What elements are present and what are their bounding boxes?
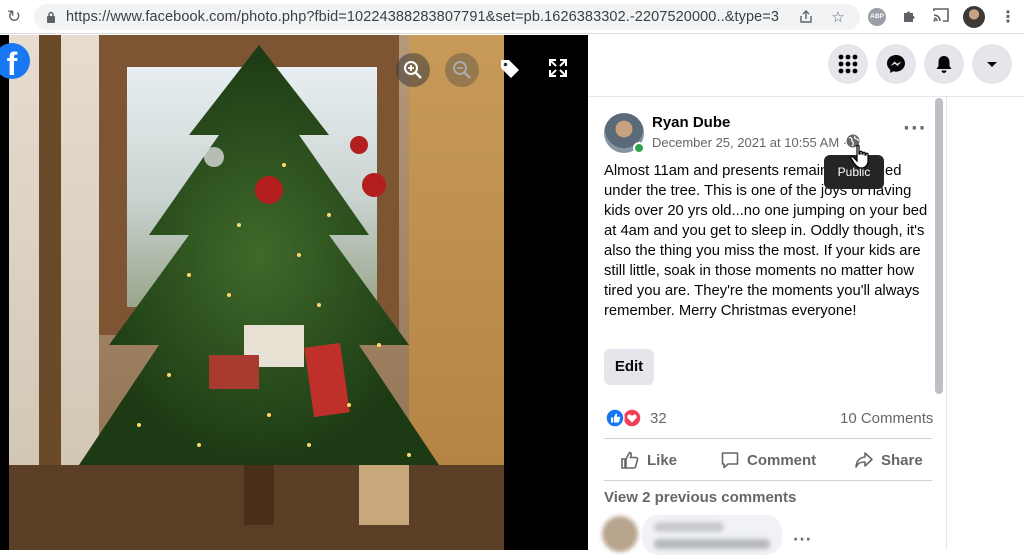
like-label: Like	[647, 452, 678, 469]
divider-bottom	[604, 480, 932, 481]
fullscreen-button[interactable]	[547, 57, 573, 83]
mouse-cursor-hand-icon	[850, 144, 869, 169]
comment-icon	[721, 452, 739, 469]
post-text: Almost 11am and presents remain untouche…	[604, 163, 928, 319]
commenter-avatar[interactable]	[602, 516, 638, 552]
reload-icon[interactable]: ↻	[4, 7, 24, 27]
author-name[interactable]: Ryan Dube	[652, 114, 730, 131]
like-icon	[621, 451, 639, 469]
zoom-in-icon	[404, 61, 422, 79]
address-bar[interactable]: https://www.facebook.com/photo.php?fbid=…	[34, 4, 860, 30]
zoom-out-icon	[453, 61, 471, 79]
messenger-button[interactable]	[876, 44, 916, 84]
zoom-in-button[interactable]	[396, 53, 430, 87]
divider-top	[604, 438, 932, 439]
share-button[interactable]: Share	[854, 446, 924, 474]
comment-label: Comment	[747, 452, 817, 469]
comment-button[interactable]: Comment	[720, 446, 820, 474]
christmas-tree-photo[interactable]	[9, 35, 504, 550]
right-gutter	[946, 97, 1024, 550]
lock-icon[interactable]	[46, 11, 56, 23]
bookmark-star-icon[interactable]: ☆	[828, 7, 848, 27]
url-text[interactable]: https://www.facebook.com/photo.php?fbid=…	[66, 9, 779, 25]
messenger-icon	[887, 55, 905, 73]
comment-options-icon[interactable]: ···	[793, 532, 812, 548]
comments-count[interactable]: 10 Comments	[840, 410, 933, 427]
browser-profile-avatar[interactable]	[963, 6, 985, 28]
bell-icon	[936, 56, 952, 73]
share-label: Share	[881, 452, 923, 469]
adblock-icon[interactable]: ABP	[868, 8, 886, 26]
fullscreen-icon	[549, 59, 567, 77]
share-page-icon[interactable]	[796, 7, 816, 27]
facebook-header-icons	[588, 35, 1024, 97]
online-status-dot	[633, 142, 645, 154]
menu-grid-button[interactable]	[828, 44, 868, 84]
post-date[interactable]: December 25, 2021 at 10:55 AM ·	[652, 135, 847, 150]
post-scrollbar[interactable]	[935, 98, 943, 394]
cast-icon[interactable]	[931, 7, 951, 27]
grid-menu-icon	[838, 54, 858, 74]
like-button[interactable]: Like	[620, 446, 680, 474]
reaction-count[interactable]: 32	[650, 410, 667, 427]
blurred-commenter-name	[654, 522, 724, 532]
browser-toolbar: ↻ https://www.facebook.com/photo.php?fbi…	[0, 0, 1024, 34]
extensions-puzzle-icon[interactable]	[900, 7, 920, 27]
share-arrow-icon	[855, 452, 873, 468]
notifications-button[interactable]	[924, 44, 964, 84]
tag-icon	[501, 60, 519, 78]
browser-menu-icon[interactable]: ⋮	[998, 7, 1018, 27]
comment-bubble	[642, 515, 782, 555]
christmas-tree-graphic	[79, 45, 439, 525]
edit-post-button[interactable]: Edit	[604, 349, 654, 385]
blurred-comment-text	[654, 539, 770, 549]
post-options-icon[interactable]: ···	[903, 120, 927, 138]
reaction-icons[interactable]	[604, 408, 644, 428]
tag-button[interactable]	[498, 57, 524, 83]
account-menu-button[interactable]	[972, 44, 1012, 84]
zoom-out-button[interactable]	[445, 53, 479, 87]
view-previous-comments-link[interactable]: View 2 previous comments	[604, 489, 796, 506]
chevron-down-icon	[987, 62, 997, 67]
photo-viewer: f	[0, 35, 588, 550]
